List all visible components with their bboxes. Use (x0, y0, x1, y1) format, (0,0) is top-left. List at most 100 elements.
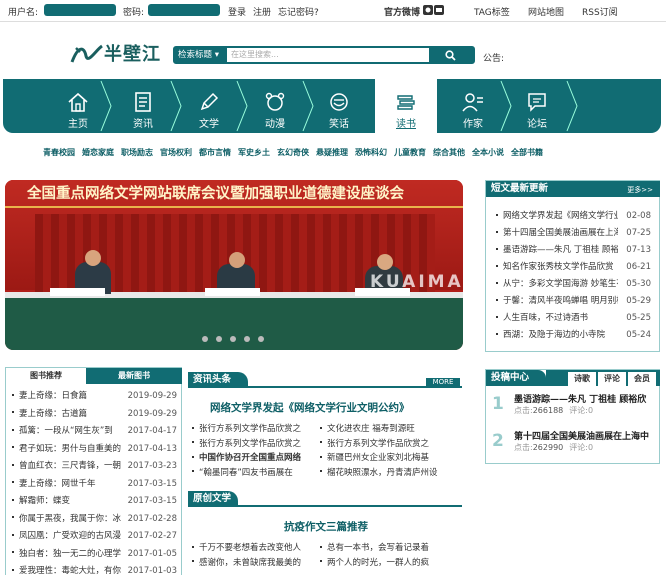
table-row[interactable]: 独白者：独一无二的心理学 2017-01-05 (6, 546, 181, 562)
tab-comments[interactable]: 评论 (598, 372, 626, 386)
list-item[interactable]: 从宁：多彩文学国海游 妙笔生花 05-30 (486, 276, 659, 292)
login-link[interactable]: 登录 (228, 5, 246, 18)
slide-dots[interactable] (201, 335, 271, 343)
nav-item-literature[interactable]: 文学 (179, 79, 239, 133)
subnav-item[interactable]: 全本小说 (472, 148, 504, 157)
subnav-item[interactable]: 恐怖科幻 (355, 148, 387, 157)
tab-poetry[interactable]: 诗歌 (568, 372, 596, 386)
news-underline (188, 386, 462, 388)
news-item[interactable]: 榴花映照漂水，丹青清庐州设 (320, 465, 446, 481)
search-button[interactable] (429, 48, 473, 62)
table-row[interactable]: 妻上奇缘：网世千年 2017-03-15 (6, 476, 181, 492)
search-category-select[interactable]: 检索标题 ▾ (175, 48, 227, 62)
table-row[interactable]: 凤囚凰：广受欢迎的古风漫 2017-02-27 (6, 528, 181, 544)
book-title[interactable]: 独白者：独一无二的心理学 (12, 546, 124, 562)
password-input[interactable] (148, 4, 220, 16)
nav-item-forum[interactable]: 论坛 (507, 79, 567, 133)
subnav-item[interactable]: 综合其他 (433, 148, 465, 157)
nav-item-reading[interactable]: 读书 (375, 79, 437, 133)
rank-number: 1 (492, 394, 504, 414)
subnav-item[interactable]: 悬疑推理 (316, 148, 348, 157)
book-title[interactable]: 妻上奇缘：日食篇 (12, 388, 124, 404)
username-label: 用户名: (8, 8, 39, 18)
list-item[interactable]: 第十四届全国美展油画展在上海 07-25 (486, 225, 659, 241)
list-item-title[interactable]: 知名作家张秀枝文学作品欣赏 (496, 259, 618, 275)
contrib-item-title[interactable]: 墨语游踪——朱凡 丁祖桂 顾裕欣 (514, 392, 659, 405)
logo-mark-icon (70, 42, 104, 69)
news-headline[interactable]: 网络文学界发起《网络文学行业文明公约》 (210, 400, 410, 415)
book-title[interactable]: 凤囚凰：广受欢迎的古风漫 (12, 528, 124, 544)
sitemap-link[interactable]: 网站地图 (528, 5, 564, 18)
subnav-item[interactable]: 玄幻奇侠 (277, 148, 309, 157)
news-item[interactable]: 感谢你，未曾缺席我最美的 (192, 555, 318, 571)
book-title[interactable]: 爱我理性：毒蛇大灶，有你 (12, 563, 124, 579)
nav-item-jokes[interactable]: 笑话 (309, 79, 369, 133)
table-row[interactable]: 孤篱：一段从“网生灰”到 2017-04-17 (6, 423, 181, 439)
news-item[interactable]: 两个人的时光，一群人的疯 (320, 555, 446, 571)
name-plate (205, 288, 260, 296)
pen-icon (200, 92, 219, 111)
list-item[interactable]: 墨语游踪——朱凡 丁祖桂 顾裕 07-13 (486, 242, 659, 258)
list-item-title[interactable]: 人生百味，不过诗酒书 (496, 310, 618, 326)
list-item[interactable]: 于馨：清风半夜鸣蝉唱 明月别枝 05-29 (486, 293, 659, 309)
book-title[interactable]: 孤篱：一段从“网生灰”到 (12, 423, 124, 439)
news-item[interactable]: “翰墨同春”四友书画展在 (192, 465, 318, 481)
subnav-item[interactable]: 婚恋家庭 (82, 148, 114, 157)
search-box: 检索标题 ▾ 在这里搜索... (173, 46, 475, 64)
list-item-title[interactable]: 网络文学界发起《网络文学行业 (496, 208, 618, 224)
nav-item-writers[interactable]: 作家 (443, 79, 503, 133)
forgot-password-link[interactable]: 忘记密码? (278, 5, 319, 18)
list-item-title[interactable]: 第十四届全国美展油画展在上海 (496, 225, 618, 241)
book-title[interactable]: 曾血红衣：三尺青锋，一朝 (12, 458, 124, 474)
register-link[interactable]: 注册 (253, 5, 271, 18)
subnav-item[interactable]: 全部书籍 (511, 148, 543, 157)
tab-new-books[interactable]: 最新图书 (86, 368, 182, 384)
tab-members[interactable]: 会员 (628, 372, 656, 386)
site-logo[interactable]: 半壁江 (104, 40, 161, 66)
list-item[interactable]: 知名作家张秀枝文学作品欣赏 06-21 (486, 259, 659, 275)
news-more-link[interactable]: MORE (426, 378, 460, 387)
table-row[interactable]: 君子如玩：男什与自重美的 2017-04-13 (6, 441, 181, 457)
list-item-title[interactable]: 西湖：及隐于海边的小寺院 (496, 327, 618, 343)
list-item-title[interactable]: 从宁：多彩文学国海游 妙笔生花 (496, 276, 618, 292)
original-headline[interactable]: 抗疫作文三篇推荐 (284, 519, 368, 534)
tag-link[interactable]: TAG标签 (474, 5, 510, 18)
list-item-title[interactable]: 于馨：清风半夜鸣蝉唱 明月别枝 (496, 293, 618, 309)
book-title[interactable]: 解霜师：蝶变 (12, 493, 124, 509)
book-title[interactable]: 妻上奇缘：古道篇 (12, 406, 124, 422)
list-item[interactable]: 人生百味，不过诗酒书 05-25 (486, 310, 659, 326)
book-title[interactable]: 君子如玩：男什与自重美的 (12, 441, 124, 457)
book-date: 2017-04-13 (127, 443, 177, 454)
list-item[interactable]: 网络文学界发起《网络文学行业 02-08 (486, 208, 659, 224)
nav-item-anime[interactable]: 动漫 (245, 79, 305, 133)
rss-link[interactable]: RSS订阅 (582, 5, 618, 18)
book-date: 2017-01-05 (127, 548, 177, 559)
subnav-item[interactable]: 职场励志 (121, 148, 153, 157)
book-title[interactable]: 你属于黑夜，我属于你：冰 (12, 511, 124, 527)
contrib-item-meta: 点击:266188 评论:0 (514, 406, 594, 415)
tab-book-recommend[interactable]: 图书推荐 (6, 368, 86, 384)
weibo-icon[interactable] (423, 5, 445, 19)
nav-item-news[interactable]: 资讯 (113, 79, 173, 133)
table-row[interactable]: 曾血红衣：三尺青锋，一朝 2017-03-23 (6, 458, 181, 474)
subnav-item[interactable]: 都市言情 (199, 148, 231, 157)
search-input[interactable]: 在这里搜索... (231, 49, 279, 60)
table-row[interactable]: 妻上奇缘：古道篇 2019-09-29 (6, 406, 181, 422)
weibo-link[interactable]: 官方微博 (384, 5, 420, 18)
subnav-item[interactable]: 军史乡土 (238, 148, 270, 157)
banner-slideshow[interactable]: 全国重点网络文学网站联席会议暨加强职业道德建设座谈会 KUAIMAO.COM (5, 180, 463, 350)
list-item-title[interactable]: 墨语游踪——朱凡 丁祖桂 顾裕 (496, 242, 618, 258)
table-row[interactable]: 解霜师：蝶变 2017-03-15 (6, 493, 181, 509)
subnav-item[interactable]: 青春校园 (43, 148, 75, 157)
table-row[interactable]: 爱我理性：毒蛇大灶，有你 2017-01-03 (6, 563, 181, 579)
contrib-item-title[interactable]: 第十四届全国美展油画展在上海中 (514, 429, 659, 442)
subnav-item[interactable]: 官场权利 (160, 148, 192, 157)
table-row[interactable]: 妻上奇缘：日食篇 2019-09-29 (6, 388, 181, 404)
table-row[interactable]: 你属于黑夜，我属于你：冰 2017-02-28 (6, 511, 181, 527)
book-title[interactable]: 妻上奇缘：网世千年 (12, 476, 124, 492)
username-input[interactable] (44, 4, 116, 16)
contrib-item-meta: 点击:262990 评论:0 (514, 443, 594, 452)
list-item[interactable]: 西湖：及隐于海边的小寺院 05-24 (486, 327, 659, 343)
subnav-item[interactable]: 儿童教育 (394, 148, 426, 157)
short-news-more-link[interactable]: 更多>> (627, 185, 653, 195)
